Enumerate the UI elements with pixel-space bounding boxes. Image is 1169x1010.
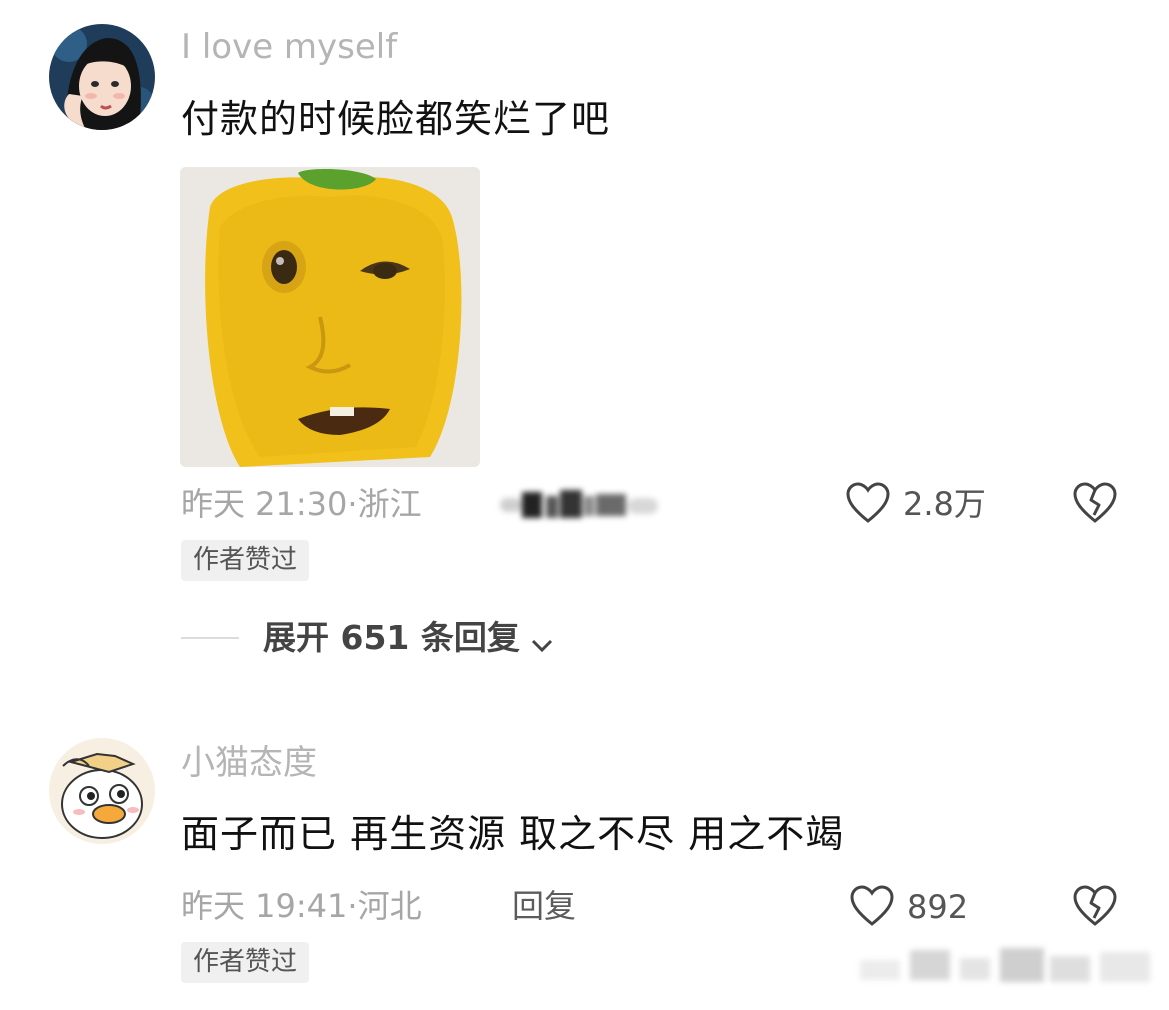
heart-outline-icon — [850, 885, 894, 926]
dislike-button[interactable] — [1072, 884, 1118, 928]
user-avatar[interactable] — [49, 738, 155, 844]
chevron-down-icon — [531, 639, 553, 652]
expand-replies-label: 展开 651 条回复 — [263, 618, 520, 657]
comment-timestamp: 昨天 21:30·浙江 — [181, 485, 422, 523]
comment-text: 面子而已 再生资源 取之不尽 用之不竭 — [181, 812, 845, 856]
comment-username[interactable]: I love myself — [181, 30, 397, 64]
comment-username[interactable]: 小猫态度 — [181, 746, 317, 780]
blurred-reply-area — [500, 490, 665, 520]
like-count: 2.8万 — [903, 485, 986, 523]
like-count: 892 — [907, 888, 969, 926]
comment-image[interactable] — [180, 167, 480, 467]
comment-timestamp: 昨天 19:41·河北 — [181, 887, 422, 925]
expand-replies-button[interactable]: 展开 651 条回复 — [263, 621, 555, 655]
author-liked-badge: 作者赞过 — [181, 942, 310, 984]
comment-location: 浙江 — [357, 485, 422, 523]
expand-divider — [181, 637, 239, 639]
author-liked-badge: 作者赞过 — [181, 540, 310, 582]
broken-heart-icon — [1073, 482, 1117, 523]
comment-text: 付款的时候脸都笑烂了吧 — [181, 97, 611, 141]
avatar-girl-icon — [49, 24, 155, 130]
blurred-watermark — [860, 940, 1160, 990]
avatar-cartoon-duck-icon — [49, 738, 155, 844]
user-avatar[interactable] — [49, 24, 155, 130]
like-button[interactable] — [845, 481, 891, 525]
reply-button[interactable]: 回复 — [512, 890, 576, 922]
comment-location: 河北 — [357, 887, 422, 925]
yellow-pepper-meme-icon — [180, 167, 480, 467]
dislike-button[interactable] — [1072, 481, 1118, 525]
broken-heart-icon — [1073, 885, 1117, 926]
like-button[interactable] — [849, 884, 895, 928]
heart-outline-icon — [846, 482, 890, 523]
